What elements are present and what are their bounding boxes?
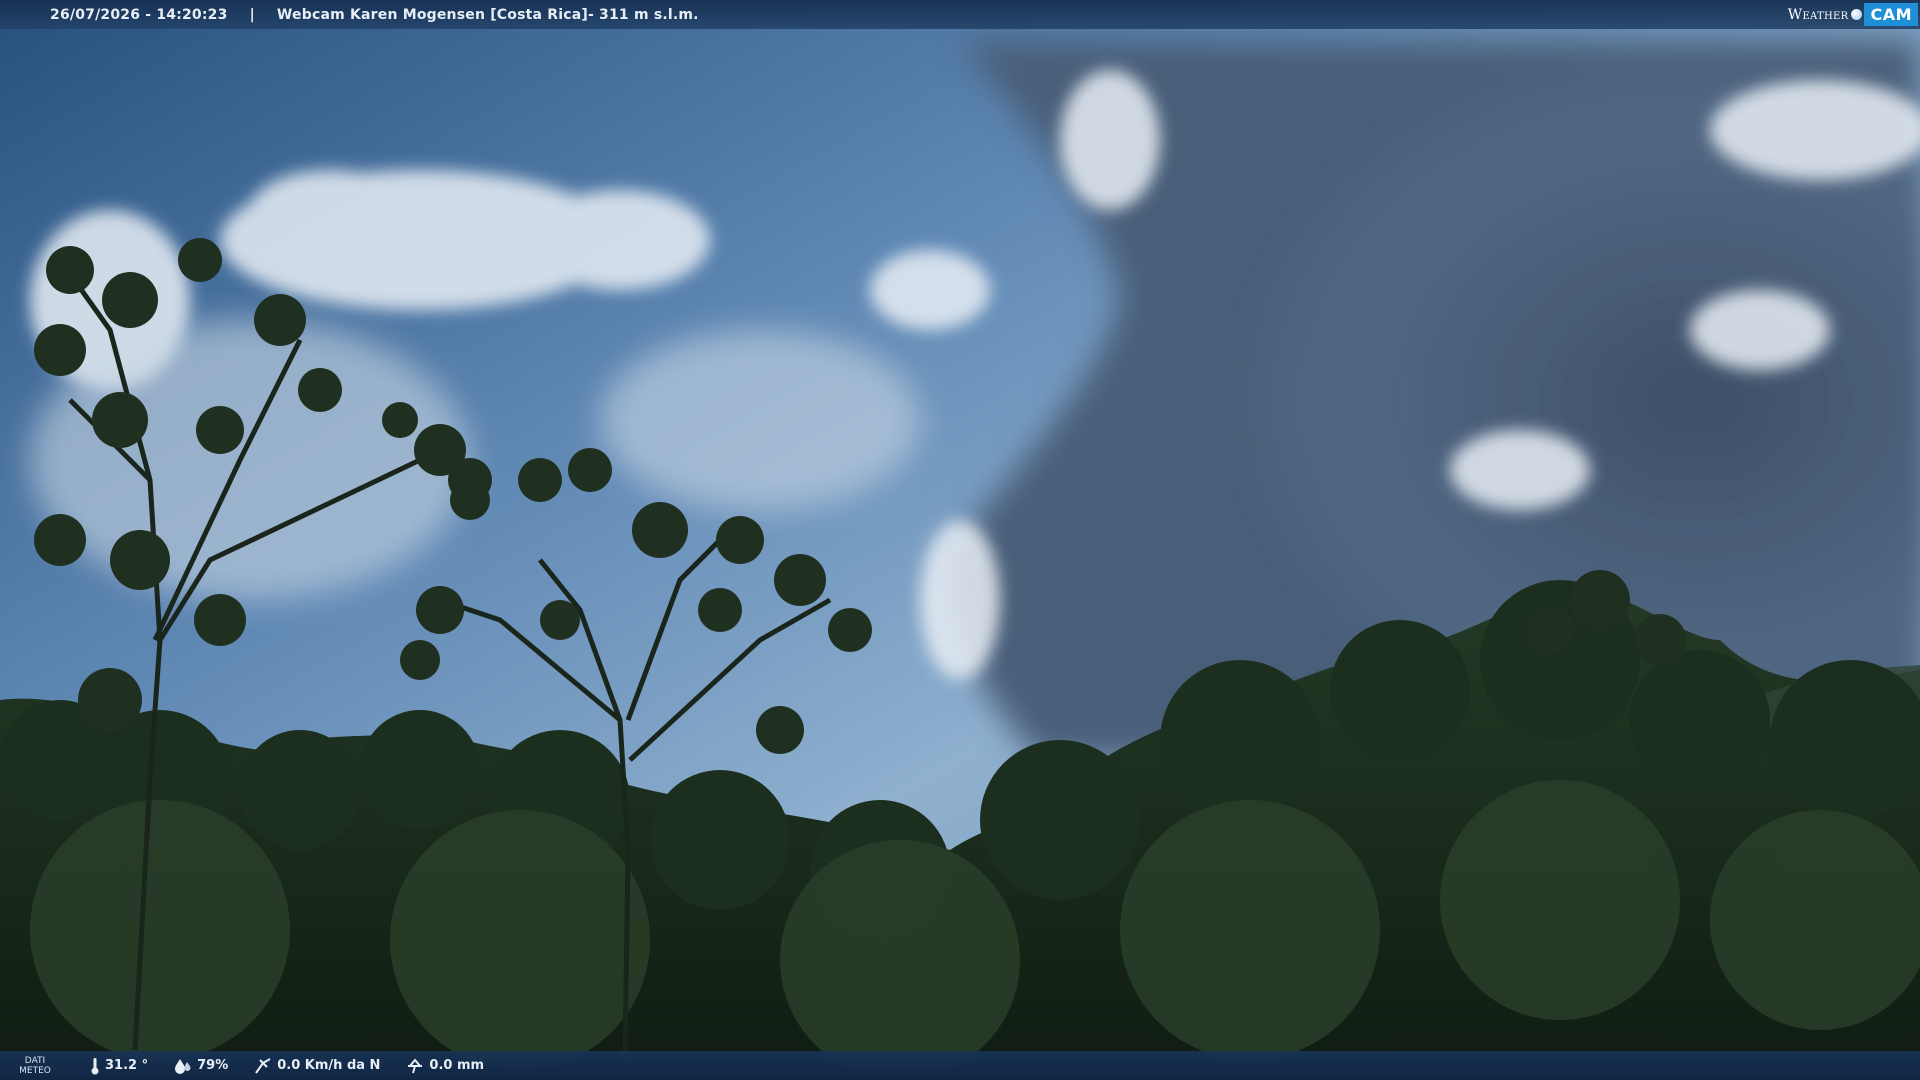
rain-gauge-icon	[408, 1057, 423, 1073]
weather-data-label-line1: DATI	[24, 1055, 46, 1066]
webcam-title: Webcam Karen Mogensen [Costa Rica]	[276, 6, 588, 23]
wind-reading: 0.0 Km/h da N	[254, 1057, 380, 1075]
timestamp: 26/07/2026 - 14:20:23	[50, 6, 228, 23]
humidity-reading: 79%	[174, 1058, 228, 1074]
wind-icon	[255, 1057, 271, 1074]
humidity-drop-icon	[175, 1058, 191, 1074]
temperature-value: 31.2 °	[105, 1058, 149, 1073]
weather-data-bar: DATI METEO 31.2 ° 79% 0.0 Km/h da N 0.0 …	[0, 1051, 1920, 1080]
webcam-header-bar: 26/07/2026 - 14:20:23 | Webcam Karen Mog…	[0, 0, 1920, 29]
header-separator: |	[249, 6, 255, 23]
webcam-image	[0, 0, 1920, 1080]
logo-weather-text: Weather	[1787, 6, 1849, 23]
weather-data-label: DATI METEO	[14, 1056, 56, 1076]
rain-value: 0.0 mm	[429, 1058, 485, 1073]
wind-value: 0.0 Km/h da N	[277, 1058, 381, 1073]
logo-cam-text: CAM	[1864, 3, 1918, 26]
thermometer-icon	[91, 1057, 99, 1074]
logo-sun-icon	[1851, 9, 1863, 20]
humidity-value: 79%	[197, 1058, 229, 1073]
weathercam-logo[interactable]: Weather CAM	[1788, 0, 1920, 29]
temperature-reading: 31.2 °	[90, 1057, 148, 1075]
altitude-label: - 311 m s.l.m.	[587, 6, 699, 23]
weather-data-label-line2: METEO	[19, 1065, 51, 1076]
rain-reading: 0.0 mm	[406, 1057, 484, 1075]
